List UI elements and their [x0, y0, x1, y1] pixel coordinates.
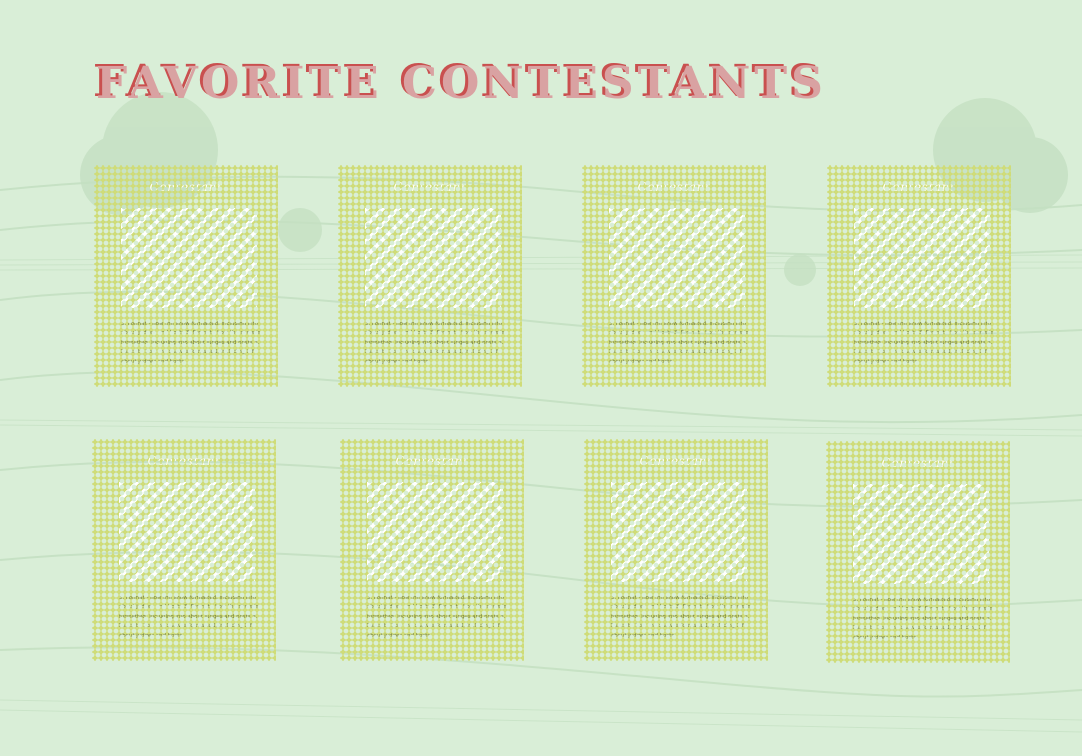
contestant-description: 3. Format - how the show formatted, incl…: [854, 321, 994, 365]
photo-placeholder[interactable]: [611, 482, 747, 582]
card-body: Contestant 3. Format - how the show form…: [97, 168, 275, 384]
card-body: Contestant 3. Format - how the show form…: [830, 168, 1008, 384]
contestant-description: 3. Format - how the show formatted, incl…: [121, 321, 261, 365]
card-body: Contestant 3. Format - how the show form…: [343, 442, 521, 658]
contestant-card[interactable]: Contestant 3. Format - how the show form…: [94, 165, 278, 387]
contestant-card[interactable]: Contestant 3. Format - how the show form…: [826, 441, 1010, 663]
contestant-card[interactable]: Contestant 3. Format - how the show form…: [340, 439, 524, 661]
card-body: Contestant 3. Format - how the show form…: [341, 168, 519, 384]
contestant-card[interactable]: Contestant 3. Format - how the show form…: [92, 439, 276, 661]
contestant-label: Contestant: [147, 454, 221, 468]
card-body: Contestant 3. Format - how the show form…: [95, 442, 273, 658]
contestant-description: 3. Format - how the show formatted, incl…: [365, 321, 505, 365]
contestant-description: 3. Format - how the show formatted, incl…: [609, 321, 749, 365]
contestant-description: 3. Format - how the show formatted, incl…: [611, 595, 751, 639]
card-body: Contestant 3. Format - how the show form…: [829, 444, 1007, 660]
contestant-label: Contestant: [395, 454, 469, 468]
card-body: Contestant 3. Format - how the show form…: [587, 442, 765, 658]
contestant-card[interactable]: Contestant 3. Format - how the show form…: [338, 165, 522, 387]
photo-placeholder[interactable]: [367, 482, 503, 582]
photo-placeholder[interactable]: [609, 208, 745, 308]
contestant-label: Contestant: [393, 180, 467, 194]
card-body: Contestant 3. Format - how the show form…: [585, 168, 763, 384]
contestant-card[interactable]: Contestant 3. Format - how the show form…: [582, 165, 766, 387]
contestant-label: Contestant: [882, 180, 956, 194]
photo-placeholder[interactable]: [854, 208, 990, 308]
photo-placeholder[interactable]: [365, 208, 501, 308]
photo-placeholder[interactable]: [853, 484, 989, 584]
contestant-card[interactable]: Contestant 3. Format - how the show form…: [827, 165, 1011, 387]
contestant-description: 3. Format - how the show formatted, incl…: [853, 597, 993, 641]
contestant-label: Contestant: [881, 456, 955, 470]
contestant-label: Contestant: [639, 454, 713, 468]
page-title: FAVORITE CONTESTANTS: [96, 58, 827, 109]
photo-placeholder[interactable]: [119, 482, 255, 582]
contestant-card[interactable]: Contestant 3. Format - how the show form…: [584, 439, 768, 661]
contestant-description: 3. Format - how the show formatted, incl…: [119, 595, 259, 639]
photo-placeholder[interactable]: [121, 208, 257, 308]
contestant-label: Contestant: [637, 180, 711, 194]
contestant-label: Contestant: [149, 180, 223, 194]
contestant-description: 3. Format - how the show formatted, incl…: [367, 595, 507, 639]
